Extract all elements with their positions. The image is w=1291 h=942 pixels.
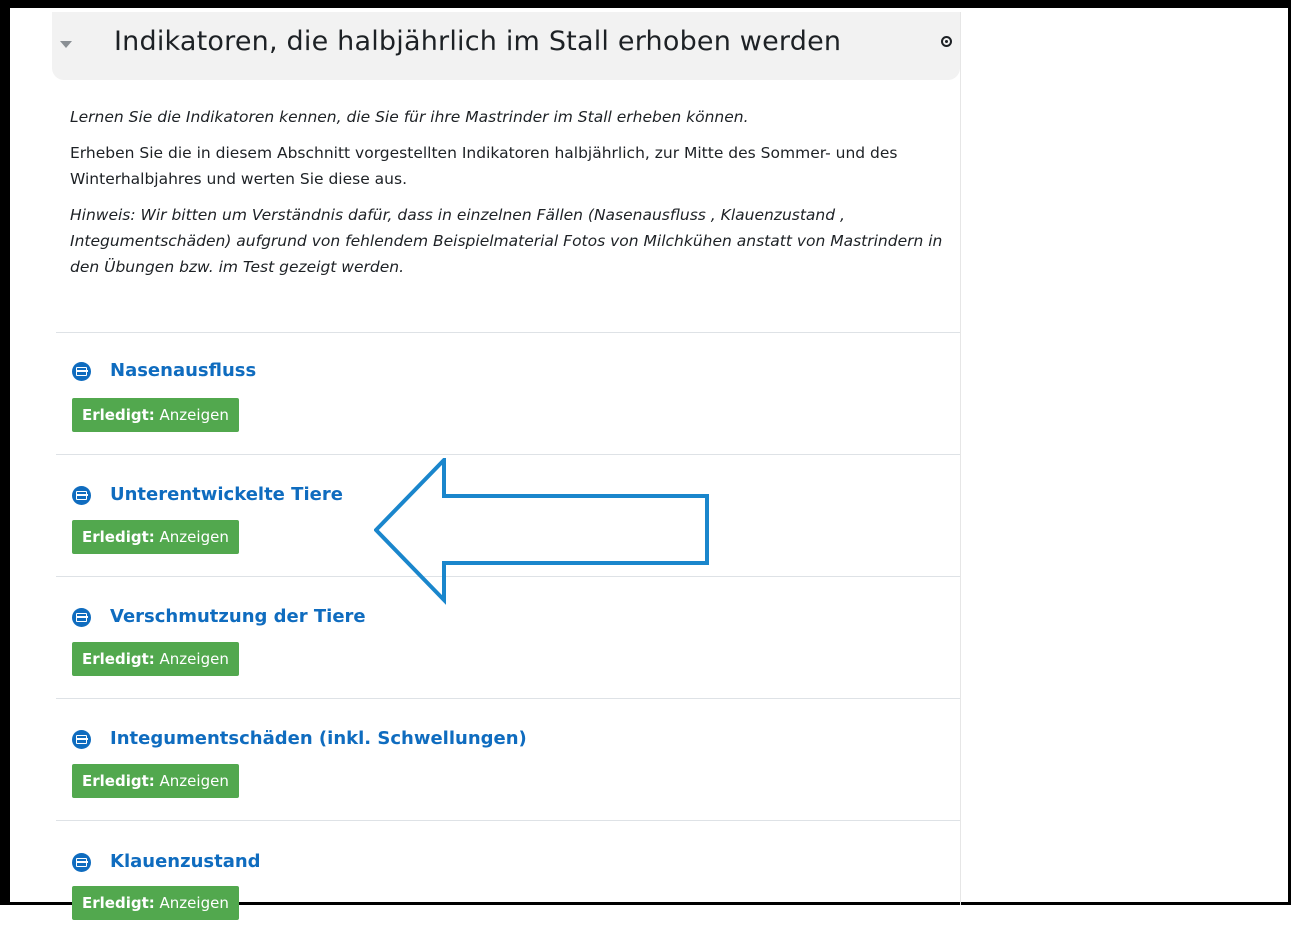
section-summary: Lernen Sie die Indikatoren kennen, die S… [70,104,950,290]
badge-label: Erledigt: [82,650,155,668]
activity-link-unterentwickelte-tiere[interactable]: Unterentwickelte Tiere [110,484,343,505]
activity-list: Nasenausfluss Erledigt: Anzeigen Unteren… [56,332,960,942]
page-icon [72,608,91,627]
section-header: Indikatoren, die halbjährlich im Stall e… [52,12,960,80]
badge-label: Erledigt: [82,528,155,546]
section-title[interactable]: Indikatoren, die halbjährlich im Stall e… [114,26,841,57]
screenshot-border-top [0,0,1291,8]
summary-hint: Hinweis: Wir bitten um Verständnis dafür… [70,206,943,276]
target-icon [941,36,952,47]
activity-item: Integumentschäden (inkl. Schwellungen) E… [56,698,960,820]
badge-value: Anzeigen [159,650,229,668]
chevron-down-icon[interactable] [60,41,72,48]
activity-item: Klauenzustand Erledigt: Anzeigen [56,820,960,942]
page-icon [72,486,91,505]
activity-item: Nasenausfluss Erledigt: Anzeigen [56,332,960,454]
completion-badge[interactable]: Erledigt: Anzeigen [72,398,239,432]
activity-link-verschmutzung-der-tiere[interactable]: Verschmutzung der Tiere [110,606,366,627]
completion-badge[interactable]: Erledigt: Anzeigen [72,886,239,920]
badge-value: Anzeigen [159,894,229,912]
badge-label: Erledigt: [82,772,155,790]
activity-link-nasenausfluss[interactable]: Nasenausfluss [110,360,256,381]
completion-badge[interactable]: Erledigt: Anzeigen [72,642,239,676]
activity-link-integumentschaeden[interactable]: Integumentschäden (inkl. Schwellungen) [110,728,527,749]
activity-link-klauenzustand[interactable]: Klauenzustand [110,851,261,872]
screenshot-border-left [0,0,10,905]
badge-label: Erledigt: [82,894,155,912]
badge-value: Anzeigen [159,406,229,424]
arrow-left-outline-icon [374,458,709,605]
badge-value: Anzeigen [159,528,229,546]
badge-value: Anzeigen [159,772,229,790]
completion-badge[interactable]: Erledigt: Anzeigen [72,520,239,554]
page-icon [72,362,91,381]
badge-label: Erledigt: [82,406,155,424]
summary-body: Erheben Sie die in diesem Abschnitt vorg… [70,144,898,188]
summary-lead: Lernen Sie die Indikatoren kennen, die S… [70,108,749,126]
completion-badge[interactable]: Erledigt: Anzeigen [72,764,239,798]
page-icon [72,730,91,749]
page-icon [72,853,91,872]
